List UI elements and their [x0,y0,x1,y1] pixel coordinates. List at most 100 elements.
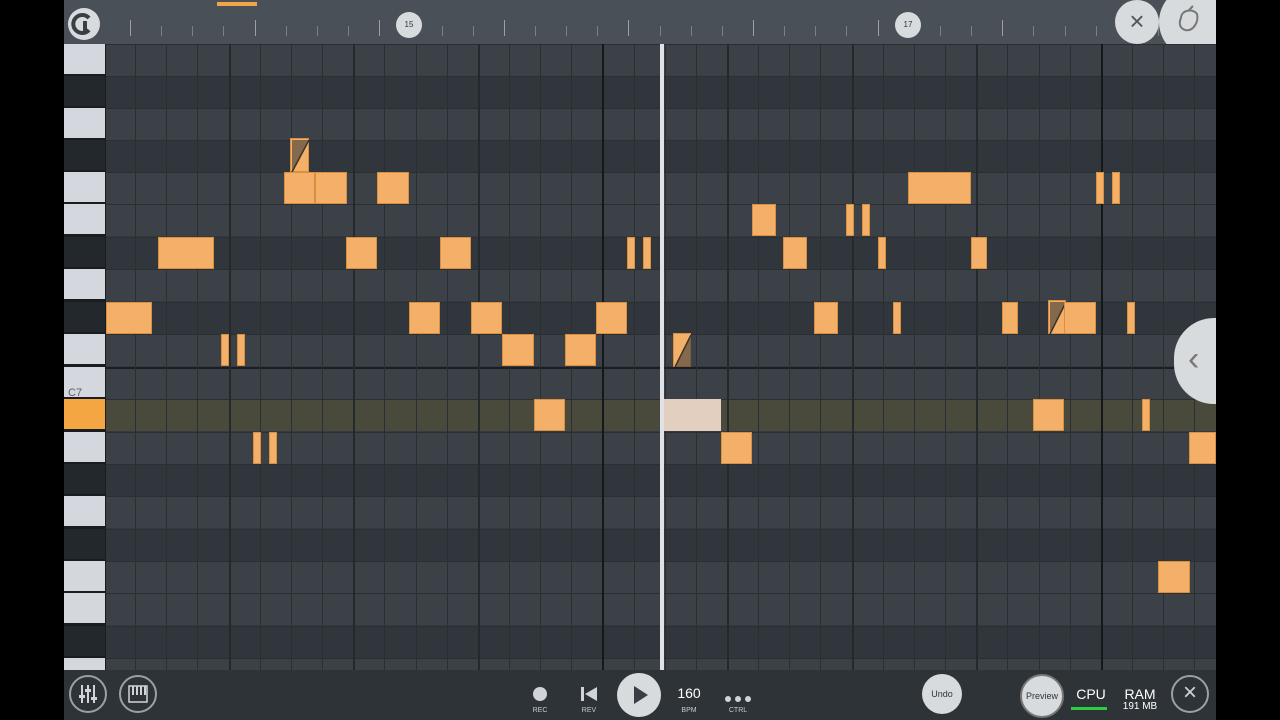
grid-column-line [197,44,198,670]
record-button[interactable] [533,687,547,701]
piano-key[interactable] [64,44,105,74]
slide-note[interactable] [673,333,692,368]
grid-column-line [914,44,915,670]
note[interactable] [471,302,502,334]
piano-key-selected[interactable] [64,399,105,429]
piano-key[interactable] [64,140,105,170]
note[interactable] [565,334,596,366]
ram-value: 191 MB [1122,701,1158,712]
playhead[interactable] [660,44,664,670]
note[interactable] [878,237,886,269]
note[interactable] [627,237,635,269]
note[interactable] [237,334,245,366]
note[interactable] [846,204,854,236]
note[interactable] [908,172,971,204]
timeline-tick [566,26,567,36]
preview-button[interactable]: Preview [1020,674,1064,718]
grid-column-line [727,44,729,670]
note[interactable] [596,302,627,334]
grid-column-line [260,44,261,670]
close-icon[interactable]: × [1115,0,1159,44]
grid-column-line [976,44,978,670]
loop-marker[interactable] [217,2,257,6]
piano-key[interactable] [64,593,105,623]
note[interactable] [346,237,377,269]
note[interactable] [377,172,409,204]
piano-key-c7[interactable] [64,334,105,364]
piano-key[interactable] [64,302,105,332]
note[interactable] [1002,302,1018,334]
note[interactable] [752,204,776,236]
grid-column-line [384,44,385,670]
slide-note[interactable] [290,138,310,173]
timeline-tick [535,26,536,36]
note[interactable] [643,237,651,269]
close-icon[interactable]: × [1171,675,1209,713]
piano-key[interactable] [64,108,105,138]
note[interactable] [534,399,565,431]
note[interactable] [783,237,807,269]
bottom-toolbar: REC REV 160 BPM CTRL Undo Preview CPU RA… [64,670,1216,720]
piano-key[interactable] [64,464,105,494]
play-button[interactable] [617,673,661,717]
timeline-tick [628,20,629,36]
timeline-tick [691,26,692,36]
note[interactable] [1142,399,1150,431]
piano-key[interactable] [64,237,105,267]
note[interactable] [814,302,838,334]
note[interactable] [315,172,347,204]
timeline-tick [379,20,380,36]
mixer-icon[interactable] [69,675,107,713]
more-icon[interactable] [724,690,752,708]
note[interactable] [106,302,152,334]
piano-key[interactable] [64,172,105,202]
piano-key[interactable] [64,561,105,591]
note-grid[interactable] [106,44,1216,670]
grid-column-line [166,44,167,670]
note[interactable] [158,237,214,269]
app-logo-icon[interactable] [68,8,100,40]
rewind-icon[interactable] [580,686,598,707]
grid-column-line [634,44,635,670]
note[interactable] [971,237,987,269]
note[interactable] [1112,172,1120,204]
note[interactable] [221,334,229,366]
grid-column-line [758,44,759,670]
piano-key[interactable] [64,269,105,299]
note[interactable] [862,204,870,236]
note[interactable] [1064,302,1096,334]
note[interactable] [409,302,440,334]
piano-icon[interactable] [119,675,157,713]
piano-roll-app: 15 17 × C7 ‹ REC REV 160 BPM CTRL Undo P… [64,0,1216,720]
note[interactable] [1096,172,1104,204]
piano-key[interactable] [64,76,105,106]
timeline-ruler[interactable]: 15 17 × [64,0,1216,58]
grid-column-line [1132,44,1133,670]
note[interactable] [721,432,752,464]
piano-key[interactable] [64,432,105,462]
grid-column-line [416,44,417,670]
note[interactable] [284,172,315,204]
note[interactable] [1033,399,1064,431]
undo-button[interactable]: Undo [922,674,962,714]
note[interactable] [1127,302,1135,334]
timeline-tick [597,26,598,36]
grid-column-line [353,44,355,670]
note[interactable] [440,237,471,269]
piano-key[interactable] [64,496,105,526]
piano-key[interactable] [64,529,105,559]
piano-key[interactable] [64,626,105,656]
piano-keyboard[interactable]: C7 [64,44,106,688]
grid-column-line [447,44,448,670]
note[interactable] [502,334,534,366]
note[interactable] [253,432,261,464]
bar-marker-15[interactable]: 15 [396,12,422,38]
timeline-tick [1065,26,1066,36]
note[interactable] [1158,561,1190,593]
piano-key[interactable] [64,204,105,234]
bpm-value[interactable]: 160 [669,685,709,701]
note[interactable] [269,432,277,464]
note[interactable] [893,302,901,334]
bar-marker-17[interactable]: 17 [895,12,921,38]
note[interactable] [1189,432,1216,464]
